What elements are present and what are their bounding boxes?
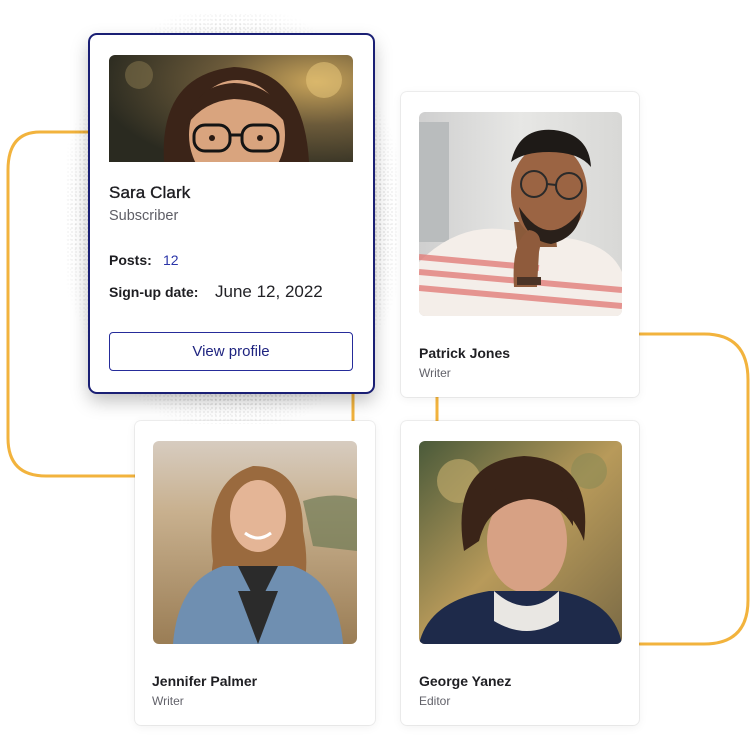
user-role: Writer	[419, 366, 451, 380]
view-profile-button[interactable]: View profile	[109, 332, 353, 371]
user-card-patrick[interactable]: Patrick Jones Writer	[401, 92, 639, 397]
user-card-jennifer[interactable]: Jennifer Palmer Writer	[135, 421, 375, 725]
posts-label: Posts:	[109, 252, 152, 268]
avatar	[109, 55, 353, 162]
user-role: Subscriber	[109, 208, 179, 224]
avatar	[419, 112, 622, 316]
featured-user-card: Sara Clark Subscriber Posts: 12 Sign-up …	[89, 34, 374, 393]
connector-right	[638, 332, 750, 646]
user-role: Writer	[152, 694, 184, 708]
user-name: Patrick Jones	[419, 345, 511, 361]
user-cards-stage: Patrick Jones Writer Jennifer Palmer Wri…	[0, 0, 754, 755]
user-name: Jennifer Palmer	[152, 673, 258, 689]
user-name: Sara Clark	[109, 183, 191, 202]
user-role: Editor	[419, 694, 451, 708]
avatar	[153, 441, 357, 644]
posts-count: 12	[163, 252, 179, 268]
signup-date-label: Sign-up date:	[109, 284, 199, 300]
user-card-george[interactable]: George Yanez Editor	[401, 421, 639, 725]
avatar	[419, 441, 622, 644]
signup-date-value: June 12, 2022	[215, 282, 323, 301]
user-name: George Yanez	[419, 673, 512, 689]
